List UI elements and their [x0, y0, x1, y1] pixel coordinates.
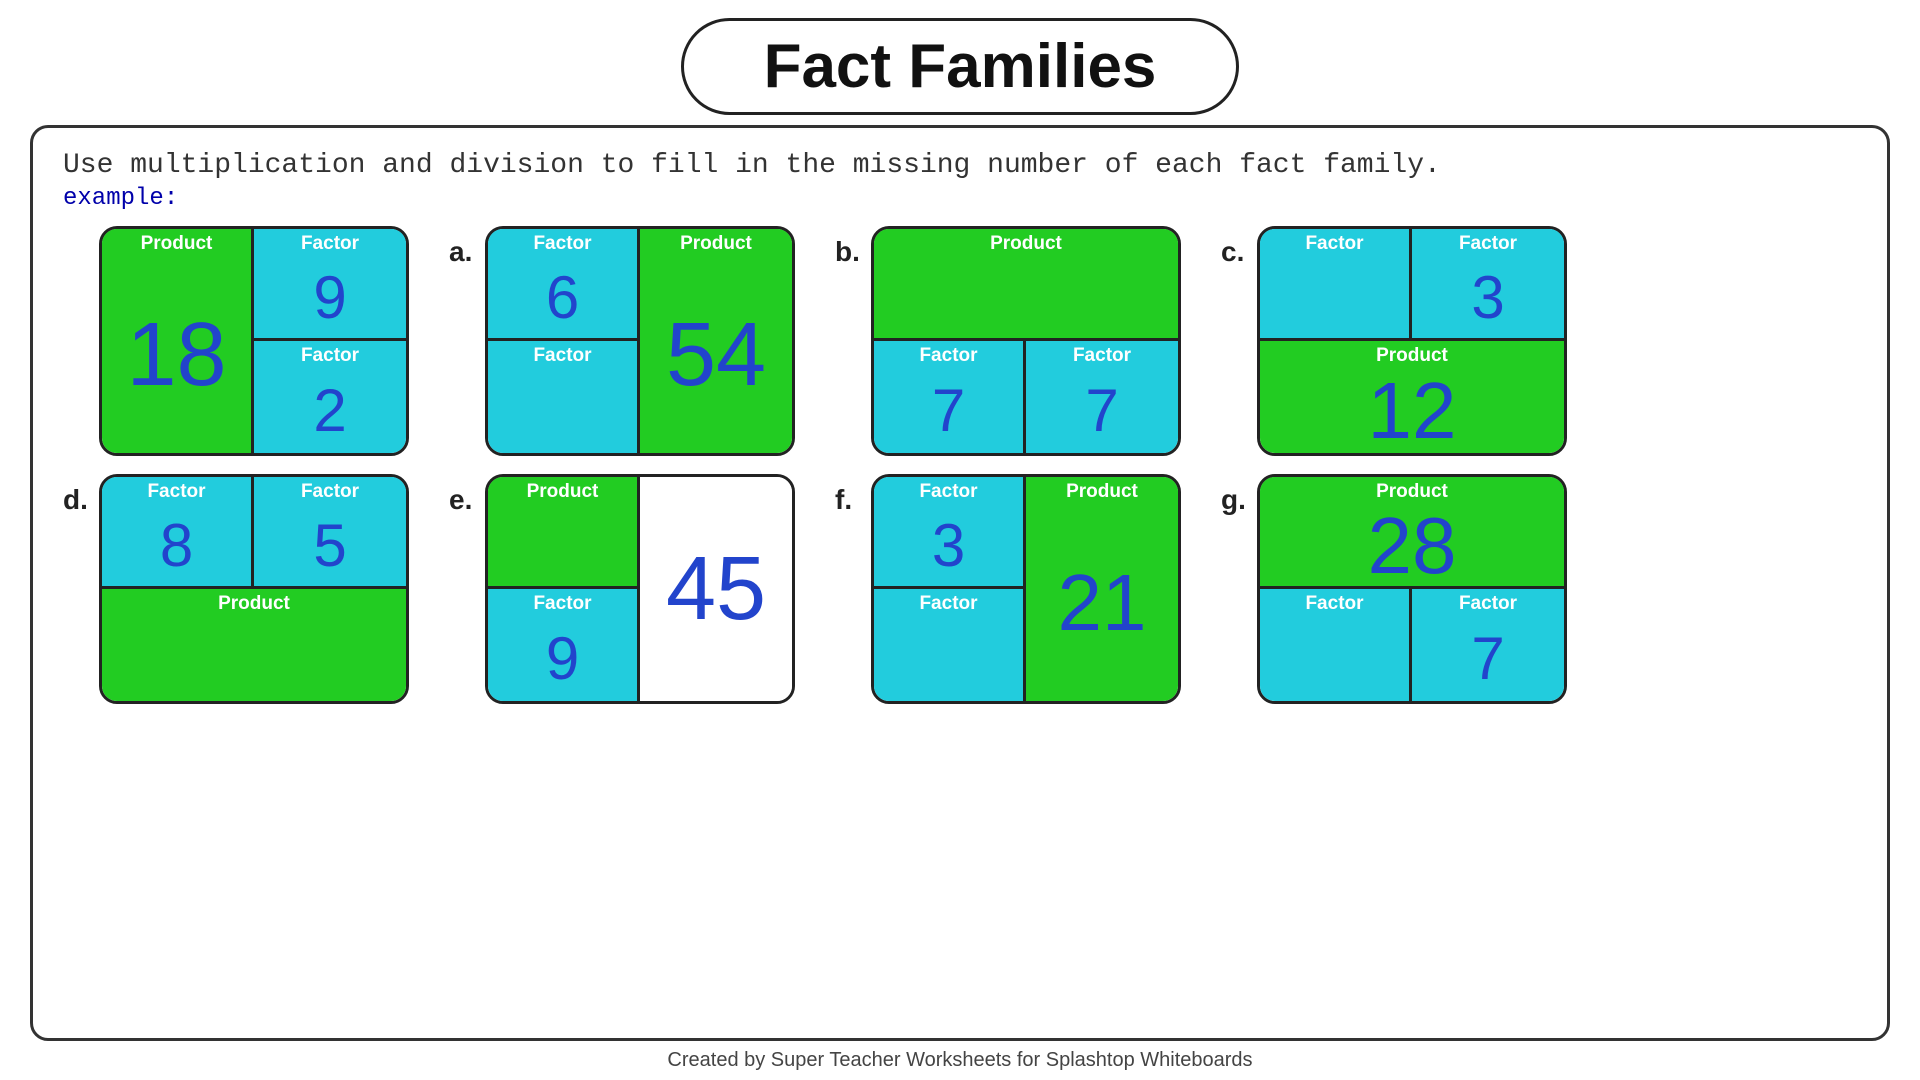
fact-box-g: Product 28 Factor Factor 7 — [1257, 474, 1567, 704]
factor2-value-example: 2 — [254, 381, 406, 441]
title-container: Fact Families — [681, 18, 1240, 115]
product-cell-example: Product 18 — [102, 229, 254, 453]
main-content: Use multiplication and division to fill … — [30, 125, 1890, 1041]
puzzle-b: b. Product Factor 7 Factor — [835, 226, 1181, 456]
factor1-cell-b: Factor 7 — [874, 341, 1026, 453]
product-cell-f: Product 21 — [1026, 477, 1178, 701]
product-value-c: 12 — [1260, 371, 1564, 451]
factor2-cell-f: Factor — [874, 589, 1026, 701]
fact-box-a: Factor 6 Factor Product 54 — [485, 226, 795, 456]
factor1-value-a: 6 — [488, 268, 637, 328]
puzzle-f-label: f. — [835, 484, 863, 516]
instructions-text: Use multiplication and division to fill … — [63, 150, 1857, 181]
product-cell-g: Product 28 — [1260, 477, 1564, 589]
factor2-label-a: Factor — [488, 341, 637, 369]
puzzle-c: c. Factor Factor 3 Product — [1221, 226, 1567, 456]
factor2-label-example: Factor — [254, 341, 406, 369]
factor2-cell-c: Factor 3 — [1412, 229, 1564, 341]
page-title: Fact Families — [764, 32, 1157, 101]
factor1-cell-g: Factor — [1260, 589, 1412, 701]
factor2-value-d: 5 — [254, 516, 406, 576]
factor1-value-d: 8 — [102, 516, 251, 576]
factor2-cell-b: Factor 7 — [1026, 341, 1178, 453]
product-cell-b: Product — [874, 229, 1178, 341]
puzzle-e-label: e. — [449, 484, 477, 516]
fact-box-b: Product Factor 7 Factor 7 — [871, 226, 1181, 456]
puzzle-c-label: c. — [1221, 236, 1249, 268]
fact-box-c: Factor Factor 3 Product 12 — [1257, 226, 1567, 456]
puzzle-example: Product 18 Factor 9 Factor 2 — [63, 226, 409, 456]
puzzle-b-label: b. — [835, 236, 863, 268]
factor1-label-c: Factor — [1260, 229, 1409, 257]
fact-box-f: Factor 3 Product 21 Factor — [871, 474, 1181, 704]
factor2-cell-example: Factor 2 — [254, 341, 406, 453]
factor2-value-g: 7 — [1412, 629, 1564, 689]
factor2-value-b: 7 — [1026, 381, 1178, 441]
factor1-label-b: Factor — [874, 341, 1023, 369]
product-cell-c: Product 12 — [1260, 341, 1564, 453]
puzzle-d: d. Factor 8 Factor 5 Product — [63, 474, 409, 704]
factor2-label-b: Factor — [1026, 341, 1178, 369]
puzzle-e: e. Product Factor 9 45 — [449, 474, 795, 704]
factor1-value-b: 7 — [874, 381, 1023, 441]
fact-box-example: Product 18 Factor 9 Factor 2 — [99, 226, 409, 456]
factor1-cell-e: 45 — [640, 477, 792, 701]
puzzle-row-1: Product 18 Factor 9 Factor 2 — [63, 226, 1857, 456]
factor2-label-c: Factor — [1412, 229, 1564, 257]
puzzle-f: f. Factor 3 Product 21 Factor — [835, 474, 1181, 704]
factor1-label-f: Factor — [874, 477, 1023, 505]
factor1-value-example: 9 — [254, 268, 406, 328]
factor2-value-c: 3 — [1412, 268, 1564, 328]
product-label-example: Product — [102, 229, 251, 257]
fact-box-d: Factor 8 Factor 5 Product — [99, 474, 409, 704]
factor1-label-g: Factor — [1260, 589, 1409, 617]
product-label-d: Product — [102, 589, 406, 617]
factor2-cell-g: Factor 7 — [1412, 589, 1564, 701]
fact-box-e: Product Factor 9 45 — [485, 474, 795, 704]
puzzle-d-label: d. — [63, 484, 91, 516]
product-label-a: Product — [640, 229, 792, 257]
factor1-cell-a: Factor 6 — [488, 229, 640, 341]
puzzle-g-label: g. — [1221, 484, 1249, 516]
factor1-cell-example: Factor 9 — [254, 229, 406, 341]
factor2-label-d: Factor — [254, 477, 406, 505]
product-label-f: Product — [1026, 477, 1178, 505]
puzzle-g: g. Product 28 Factor Factor — [1221, 474, 1567, 704]
factor2-value-e: 9 — [488, 629, 637, 689]
factor2-label-e: Factor — [488, 589, 637, 617]
factor2-label-f: Factor — [874, 589, 1023, 617]
factor1-label-d: Factor — [102, 477, 251, 505]
puzzle-row-2: d. Factor 8 Factor 5 Product — [63, 474, 1857, 704]
product-value-example: 18 — [102, 310, 251, 400]
example-label: example: — [63, 185, 1857, 212]
factor1-label-example: Factor — [254, 229, 406, 257]
puzzle-a-label: a. — [449, 236, 477, 268]
product-value-f: 21 — [1026, 563, 1178, 643]
factor2-cell-d: Factor 5 — [254, 477, 406, 589]
product-label-b: Product — [874, 229, 1178, 257]
factor1-value-e: 45 — [640, 477, 792, 701]
factor2-cell-e: Factor 9 — [488, 589, 640, 701]
product-value-a: 54 — [640, 310, 792, 400]
puzzle-a: a. Factor 6 Factor Product — [449, 226, 795, 456]
product-header-cell-e: Product — [488, 477, 640, 589]
factor1-label-a: Factor — [488, 229, 637, 257]
factor1-cell-d: Factor 8 — [102, 477, 254, 589]
product-value-g: 28 — [1260, 506, 1564, 586]
product-label-e: Product — [488, 477, 637, 505]
factor2-cell-a: Factor — [488, 341, 640, 453]
product-cell-d: Product — [102, 589, 406, 701]
product-cell-a: Product 54 — [640, 229, 792, 453]
product-label-c: Product — [1260, 341, 1564, 369]
factor1-cell-f: Factor 3 — [874, 477, 1026, 589]
footer-text: Created by Super Teacher Worksheets for … — [667, 1049, 1252, 1072]
factor1-cell-c: Factor — [1260, 229, 1412, 341]
factor1-value-f: 3 — [874, 516, 1023, 576]
factor2-label-g: Factor — [1412, 589, 1564, 617]
